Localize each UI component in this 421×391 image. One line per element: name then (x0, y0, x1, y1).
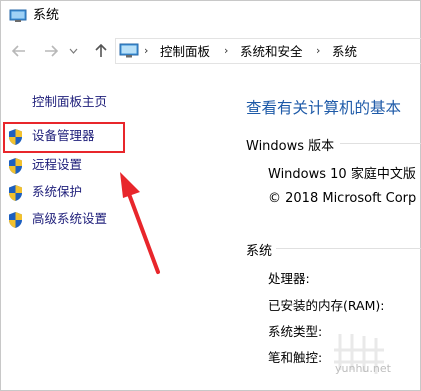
navigation-bar: › 控制面板 › 系统和安全 › 系统 (0, 34, 421, 68)
sidebar-item-label: 系统保护 (32, 184, 83, 199)
back-arrow-icon (12, 45, 25, 57)
processor-label: 处理器: (268, 271, 310, 286)
windows-edition-value: Windows 10 家庭中文版 (268, 167, 416, 182)
breadcrumb-control-panel[interactable]: 控制面板 (160, 44, 210, 59)
breadcrumb-separator: › (316, 44, 321, 57)
copyright-text: © 2018 Microsoft Corp (268, 191, 417, 206)
address-bar[interactable]: › 控制面板 › 系统和安全 › 系统 (115, 38, 421, 64)
sidebar-item-remote-settings[interactable]: 远程设置 (0, 156, 120, 176)
annotation-arrow-icon (120, 172, 160, 274)
recent-locations-button[interactable] (66, 40, 80, 62)
sidebar-item-label: 高级系统设置 (32, 211, 108, 226)
page-title: 查看有关计算机的基本 (246, 99, 402, 117)
up-arrow-icon (95, 44, 107, 57)
window-title: 系统 (33, 8, 60, 23)
up-button[interactable] (90, 40, 112, 62)
chevron-down-icon (69, 48, 77, 54)
sidebar-item-label: 远程设置 (32, 157, 83, 172)
shield-icon (9, 212, 22, 228)
breadcrumb-separator: › (224, 44, 229, 57)
windows-edition-heading: Windows 版本 (246, 139, 335, 154)
breadcrumb-separator: › (144, 44, 149, 57)
watermark-text: yunhu.net (335, 362, 391, 375)
shield-icon (9, 185, 22, 201)
sidebar-item-advanced-system-settings[interactable]: 高级系统设置 (0, 210, 130, 230)
control-panel-icon (119, 43, 139, 58)
system-heading: 系统 (246, 244, 273, 259)
shield-icon (9, 158, 22, 174)
system-monitor-icon (9, 9, 27, 22)
control-panel-home-link[interactable]: 控制面板主页 (32, 91, 107, 110)
section-divider (276, 248, 421, 249)
forward-arrow-icon (45, 45, 58, 57)
installed-ram-label: 已安装的内存(RAM): (268, 298, 385, 313)
back-button[interactable] (8, 40, 30, 62)
section-divider (340, 143, 421, 144)
sidebar-item-system-protection[interactable]: 系统保护 (0, 183, 120, 203)
highlight-box (3, 122, 125, 153)
breadcrumb-system-security[interactable]: 系统和安全 (240, 44, 303, 59)
forward-button[interactable] (40, 40, 62, 62)
watermark-logo-icon (334, 334, 384, 374)
title-bar: 系统 (0, 0, 421, 32)
breadcrumb-system[interactable]: 系统 (332, 44, 357, 59)
